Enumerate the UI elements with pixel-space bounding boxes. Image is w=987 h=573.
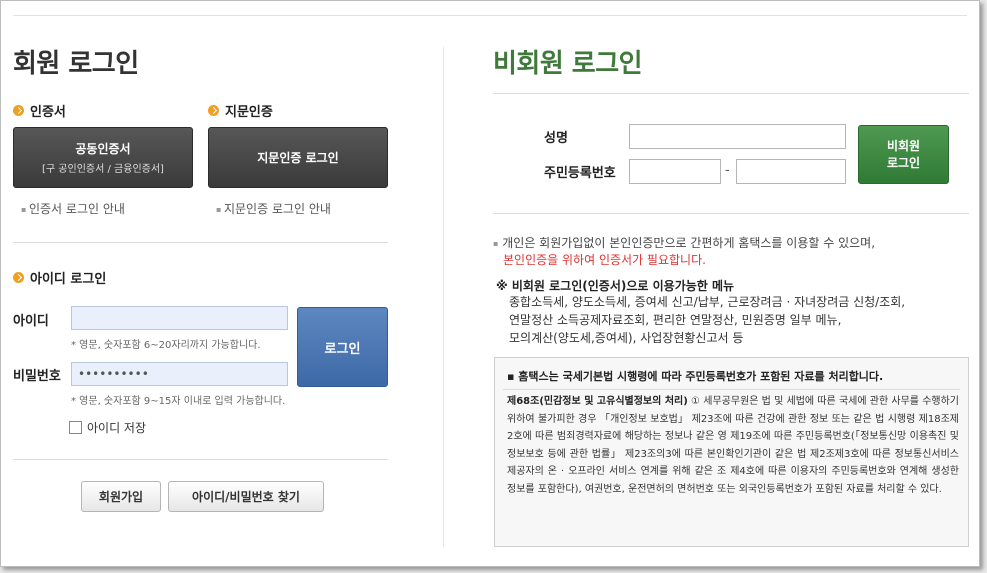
guest-note-line2: 본인인증을 위하여 인증서가 필요합니다. [503, 253, 706, 267]
id-hint: * 영문, 숫자포함 6~20자리까지 가능합니다. [71, 340, 261, 351]
save-id-label: 아이디 저장 [87, 421, 147, 435]
chevron-right-icon [13, 272, 24, 283]
section-divider [493, 93, 969, 94]
guest-menu-line: 종합소득세, 양도소득세, 증여세 신고/납부, 근로장려금 · 자녀장려금 신… [509, 295, 906, 309]
guest-login-button[interactable]: 비회원 로그인 [858, 125, 949, 184]
cert-section-header: 인증서 [13, 101, 66, 120]
id-section-header: 아이디 로그인 [13, 268, 106, 287]
guest-login-line1: 비회원 [886, 138, 921, 153]
column-divider [443, 47, 444, 547]
password-hint: * 영문, 숫자포함 9~15자 이내로 입력 가능합니다. [71, 396, 286, 407]
bio-guide-link[interactable]: 지문인증 로그인 안내 [216, 200, 331, 217]
guest-menu-title: ※ 비회원 로그인(인증서)으로 이용가능한 메뉴 [496, 279, 735, 293]
find-id-password-button[interactable]: 아이디/비밀번호 찾기 [168, 481, 324, 512]
guest-login-title: 비회원 로그인 [493, 49, 643, 79]
password-input-value: •••••••••• [78, 367, 149, 381]
bio-section-label: 지문인증 [225, 105, 273, 120]
section-divider [493, 213, 969, 214]
id-section-label: 아이디 로그인 [30, 272, 107, 287]
rrn-label: 주민등록번호 [544, 166, 616, 181]
chevron-right-icon [13, 105, 24, 116]
joint-cert-label: 공동인증서 [75, 142, 131, 156]
member-login-title: 회원 로그인 [13, 49, 139, 79]
section-divider [13, 242, 388, 243]
privacy-law-title: 제68조(민감정보 및 고유식별정보의 처리) [507, 396, 688, 407]
section-divider [13, 459, 388, 460]
guest-menu-list: 종합소득세, 양도소득세, 증여세 신고/납부, 근로장려금 · 자녀장려금 신… [509, 293, 959, 347]
bullet-icon: ▪ [493, 239, 499, 248]
top-divider [13, 15, 967, 16]
rrn-dash: - [725, 163, 730, 178]
bio-login-button[interactable]: 지문인증 로그인 [208, 127, 388, 188]
guest-login-line2: 로그인 [886, 155, 921, 170]
signup-button[interactable]: 회원가입 [81, 481, 161, 512]
name-label: 성명 [544, 131, 568, 146]
rrn-front-input[interactable] [629, 159, 721, 184]
bio-section-header: 지문인증 [208, 101, 273, 120]
privacy-body: 제68조(민감정보 및 고유식별정보의 처리) ① 세무공무원은 법 및 세법에… [507, 393, 959, 498]
privacy-head: ▪ 홈택스는 국세기본법 시행령에 따라 주민등록번호가 포함된 자료를 처리합… [507, 370, 884, 383]
password-input[interactable]: •••••••••• [71, 362, 288, 386]
name-input[interactable] [629, 124, 846, 149]
joint-cert-login-button[interactable]: 공동인증서 [구 공인인증서 / 금융인증서] [13, 127, 193, 188]
save-id-checkbox[interactable]: 아이디 저장 [69, 419, 146, 436]
guest-menu-line: 연말정산 소득공제자료조회, 편리한 연말정산, 민원증명 일부 메뉴, [509, 313, 842, 327]
cert-guide-link[interactable]: 인증서 로그인 안내 [21, 200, 125, 217]
cert-section-label: 인증서 [30, 105, 66, 120]
id-input[interactable] [71, 306, 288, 330]
id-label: 아이디 [13, 314, 49, 329]
checkbox-box[interactable] [69, 421, 82, 434]
login-button[interactable]: 로그인 [297, 307, 388, 387]
login-page: 회원 로그인 인증서 지문인증 공동인증서 [구 공인인증서 / 금융인증서] … [0, 0, 980, 567]
privacy-notice-box: ▪ 홈택스는 국세기본법 시행령에 따라 주민등록번호가 포함된 자료를 처리합… [494, 357, 969, 547]
guest-menu-line: 모의계산(양도세,증여세), 사업장현황신고서 등 [509, 331, 744, 345]
privacy-law-text: ① 세무공무원은 법 및 세법에 따른 국세에 관한 사무를 수행하기 위하여 … [507, 396, 959, 495]
chevron-right-icon [208, 105, 219, 116]
guest-note-line1: 개인은 회원가입없이 본인인증만으로 간편하게 홈택스를 이용할 수 있으며, [502, 236, 876, 250]
privacy-divider [503, 389, 960, 390]
bio-login-label: 지문인증 로그인 [257, 151, 339, 165]
rrn-back-input[interactable] [736, 159, 846, 184]
joint-cert-sublabel: [구 공인인증서 / 금융인증서] [42, 164, 164, 175]
password-label: 비밀번호 [13, 369, 61, 384]
guest-note: ▪ 개인은 회원가입없이 본인인증만으로 간편하게 홈택스를 이용할 수 있으며… [493, 235, 963, 269]
